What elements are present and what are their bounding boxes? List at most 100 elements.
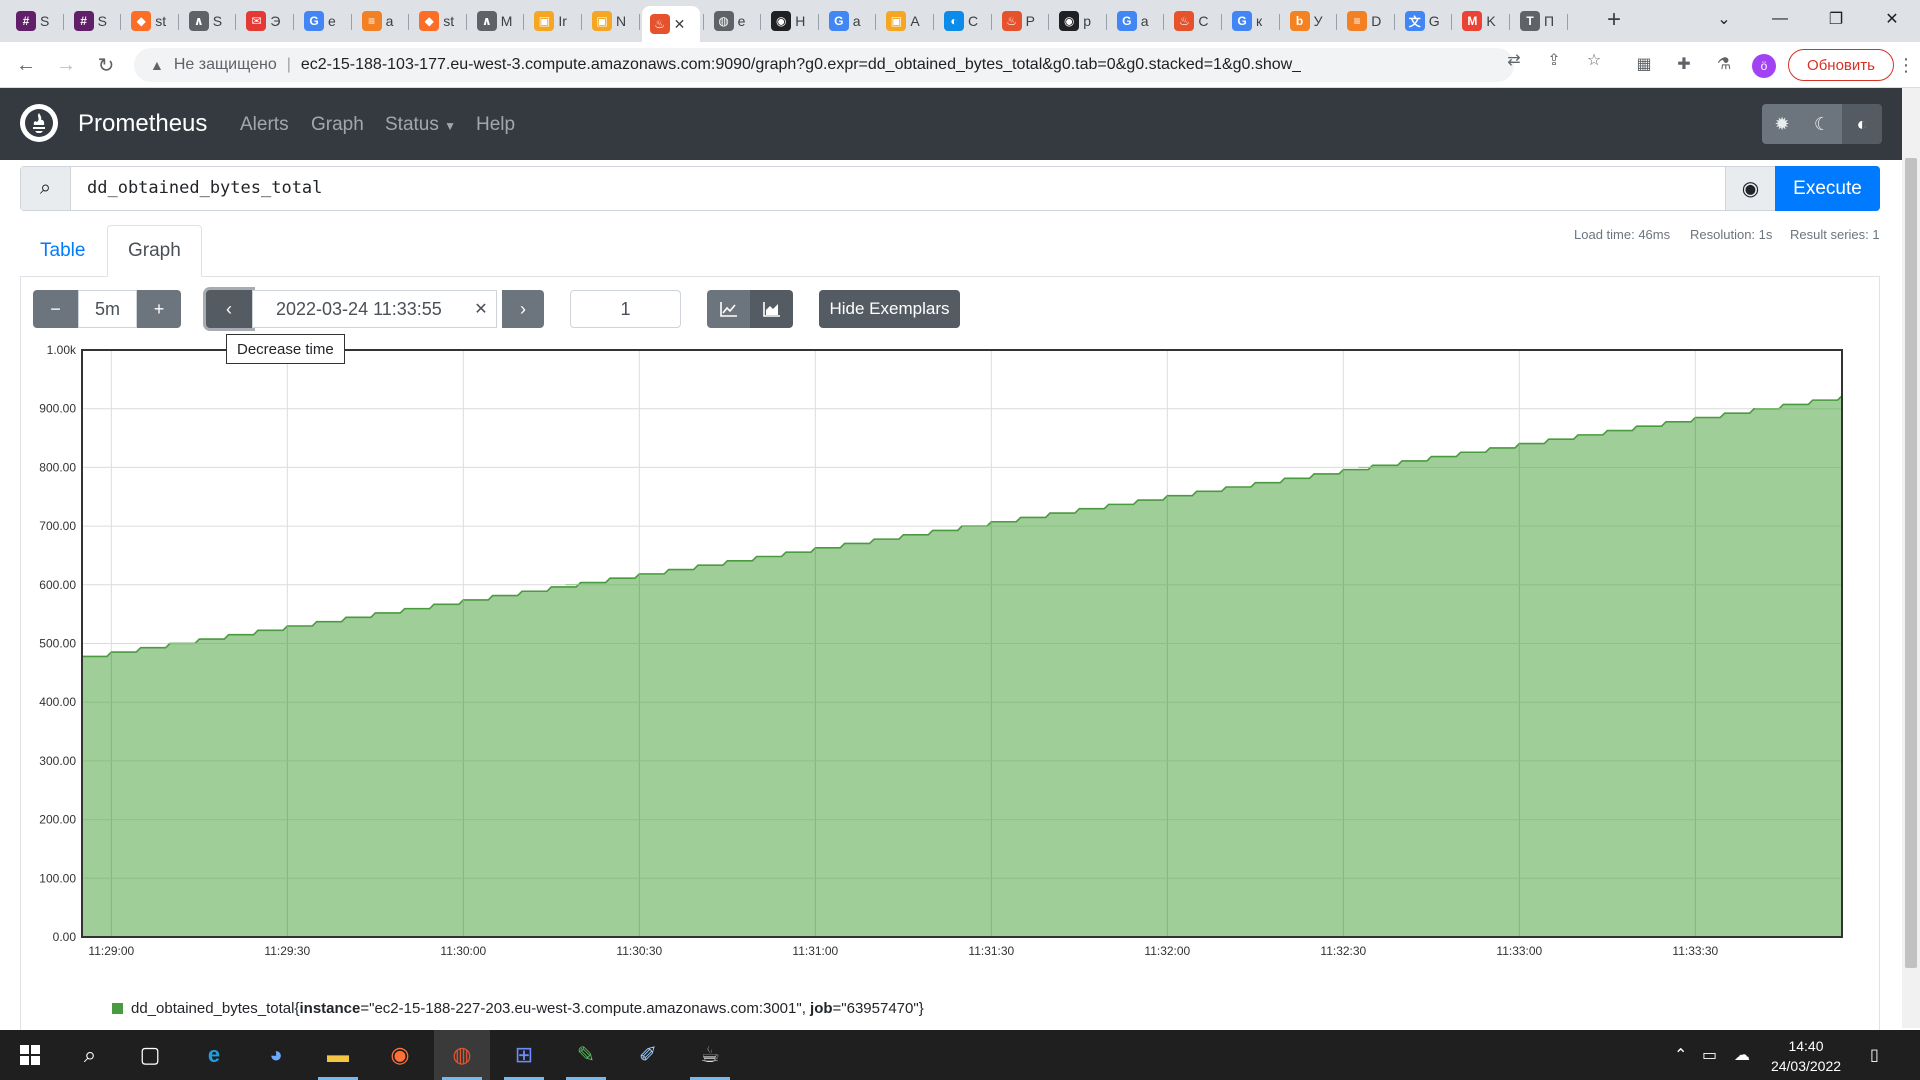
- nav-graph[interactable]: Graph: [311, 114, 364, 136]
- scrollbar-thumb[interactable]: [1905, 158, 1917, 968]
- browser-tab[interactable]: # S: [8, 6, 56, 36]
- update-button[interactable]: Обновить: [1788, 49, 1894, 81]
- nav-help[interactable]: Help: [476, 114, 515, 136]
- forward-icon[interactable]: →: [52, 51, 80, 79]
- browser-tab[interactable]: Ge: [296, 6, 344, 36]
- browser-tab[interactable]: ◉ p: [1051, 6, 1099, 36]
- clear-time-icon[interactable]: ✕: [466, 290, 496, 328]
- browser-tab[interactable]: 文G: [1397, 6, 1445, 36]
- browser-tab[interactable]: ✉ Э: [238, 6, 286, 36]
- page-scrollbar[interactable]: [1902, 88, 1920, 1028]
- taskbar-search-icon[interactable]: ⌕: [62, 1030, 118, 1080]
- stacked-chart-icon[interactable]: [750, 290, 793, 328]
- tray-onedrive-icon[interactable]: ☁: [1734, 1030, 1750, 1080]
- close-tab-icon[interactable]: ✕: [674, 16, 686, 33]
- execute-button[interactable]: Execute: [1775, 166, 1880, 211]
- browser-tab[interactable]: ◍ e: [706, 6, 754, 36]
- bookmark-star-icon[interactable]: ☆: [1582, 48, 1606, 72]
- decrease-time-button[interactable]: ‹: [206, 290, 252, 328]
- metrics-explorer-icon[interactable]: ◉: [1725, 167, 1775, 210]
- browser-tab[interactable]: ▣ Ir: [526, 6, 574, 36]
- browser-tab[interactable]: ◐ C: [936, 6, 984, 36]
- tab-separator: [465, 14, 467, 30]
- tab-search-icon[interactable]: ⌄: [1696, 0, 1752, 38]
- browser-tab[interactable]: ▣ A: [878, 6, 926, 36]
- network-app-icon[interactable]: ⊞: [496, 1030, 552, 1080]
- url-text[interactable]: ec2-15-188-103-177.eu-west-3.compute.ama…: [301, 56, 1301, 74]
- close-window-icon[interactable]: ✕: [1864, 0, 1920, 38]
- dark-theme-icon[interactable]: ☾: [1802, 104, 1842, 144]
- tray-network-icon[interactable]: ▭: [1702, 1030, 1717, 1080]
- browser-tab[interactable]: TП: [1512, 6, 1560, 36]
- tab-graph[interactable]: Graph: [107, 225, 202, 277]
- task-view-icon[interactable]: ▢: [122, 1030, 178, 1080]
- light-theme-icon[interactable]: ✹: [1762, 104, 1802, 144]
- profile-avatar[interactable]: ö: [1752, 54, 1776, 78]
- lab-icon[interactable]: ⚗: [1712, 52, 1736, 76]
- browser-tab[interactable]: ≡ a: [354, 6, 402, 36]
- increase-time-button[interactable]: ›: [502, 290, 544, 328]
- graph-legend[interactable]: dd_obtained_bytes_total { instance = "ec…: [112, 1000, 924, 1017]
- minimize-icon[interactable]: —: [1752, 0, 1808, 38]
- browser-tab[interactable]: ♨ C: [1166, 6, 1214, 36]
- brand-title[interactable]: Prometheus: [78, 110, 207, 138]
- restore-icon[interactable]: ❐: [1808, 0, 1864, 38]
- translate-icon[interactable]: ⇄: [1502, 48, 1526, 72]
- browser-menu-icon[interactable]: ⋮: [1896, 52, 1916, 78]
- omnibox[interactable]: ▲ Не защищено | ec2-15-188-103-177.eu-we…: [134, 48, 1514, 82]
- browser-tab[interactable]: bУ: [1282, 6, 1330, 36]
- nav-alerts[interactable]: Alerts: [240, 114, 289, 136]
- browser-tab[interactable]: ◆ st: [123, 6, 171, 36]
- taskbar-clock[interactable]: 14:40 24/03/2022: [1764, 1036, 1848, 1076]
- browser-tab[interactable]: ♨ ✕: [641, 6, 700, 42]
- browser-tab[interactable]: ∧ S: [181, 6, 229, 36]
- browser-theme-icon[interactable]: ◐: [1842, 104, 1882, 144]
- decrease-range-button[interactable]: −: [33, 290, 78, 328]
- nav-status[interactable]: Status ▼: [385, 114, 456, 136]
- browser-tab[interactable]: ♨ P: [994, 6, 1042, 36]
- new-tab-button[interactable]: +: [1600, 6, 1628, 34]
- expression-input[interactable]: dd_obtained_bytes_total: [87, 178, 322, 198]
- notifications-icon[interactable]: ▯: [1870, 1030, 1879, 1080]
- browser-tab[interactable]: # S: [66, 6, 114, 36]
- browser-tab[interactable]: ◆ st: [411, 6, 459, 36]
- resolution-input[interactable]: 1: [570, 290, 681, 328]
- file-explorer-icon[interactable]: ▬: [310, 1030, 366, 1080]
- end-time-input[interactable]: 2022-03-24 11:33:55: [252, 290, 497, 328]
- resolution-info: Resolution: 1s: [1690, 227, 1773, 242]
- paint-icon[interactable]: ✐: [620, 1030, 676, 1080]
- unstacked-chart-icon[interactable]: [707, 290, 750, 328]
- tab-table[interactable]: Table: [20, 225, 105, 277]
- notepad-icon[interactable]: ✎: [558, 1030, 614, 1080]
- tab-separator: [120, 14, 122, 30]
- browser-tab-label: M: [500, 13, 513, 29]
- browser-tab[interactable]: ∧ M: [469, 6, 517, 36]
- browser-tab[interactable]: ◉ H: [763, 6, 811, 36]
- graph-chart[interactable]: 0.00 100.00 200.00 300.00 400.00 500.00 600.00…: [20, 336, 1880, 966]
- increase-range-button[interactable]: +: [137, 290, 181, 328]
- internet-explorer-icon[interactable]: e: [186, 1030, 242, 1080]
- share-icon[interactable]: ⇪: [1542, 48, 1566, 72]
- browser-tab[interactable]: Gк: [1224, 6, 1272, 36]
- browser-tab[interactable]: Ga: [821, 6, 869, 36]
- qr-code-icon[interactable]: ▦: [1632, 52, 1656, 76]
- browser-tab[interactable]: MK: [1454, 6, 1502, 36]
- browser-tab[interactable]: ▣ N: [584, 6, 632, 36]
- browser-tab[interactable]: ≡ D: [1339, 6, 1387, 36]
- tab-separator: [1163, 14, 1165, 30]
- chrome-active-icon[interactable]: ◍: [434, 1030, 490, 1080]
- tray-chevron-icon[interactable]: ⌃: [1674, 1030, 1687, 1080]
- hide-exemplars-button[interactable]: Hide Exemplars: [819, 290, 960, 328]
- back-icon[interactable]: ←: [12, 51, 40, 79]
- browser-app-icon[interactable]: ◕: [248, 1030, 304, 1080]
- browser-tab[interactable]: Ga: [1109, 6, 1157, 36]
- windows-start-icon[interactable]: [2, 1030, 58, 1080]
- reload-icon[interactable]: ↻: [92, 51, 120, 79]
- browser-tab-label: A: [910, 13, 920, 29]
- coffee-app-icon[interactable]: ☕: [682, 1030, 738, 1080]
- range-input[interactable]: 5m: [78, 290, 137, 328]
- extensions-icon[interactable]: ✚: [1672, 52, 1696, 76]
- firefox-icon[interactable]: ◉: [372, 1030, 428, 1080]
- google-icon: G: [1232, 11, 1252, 31]
- prometheus-logo-icon[interactable]: [20, 104, 58, 142]
